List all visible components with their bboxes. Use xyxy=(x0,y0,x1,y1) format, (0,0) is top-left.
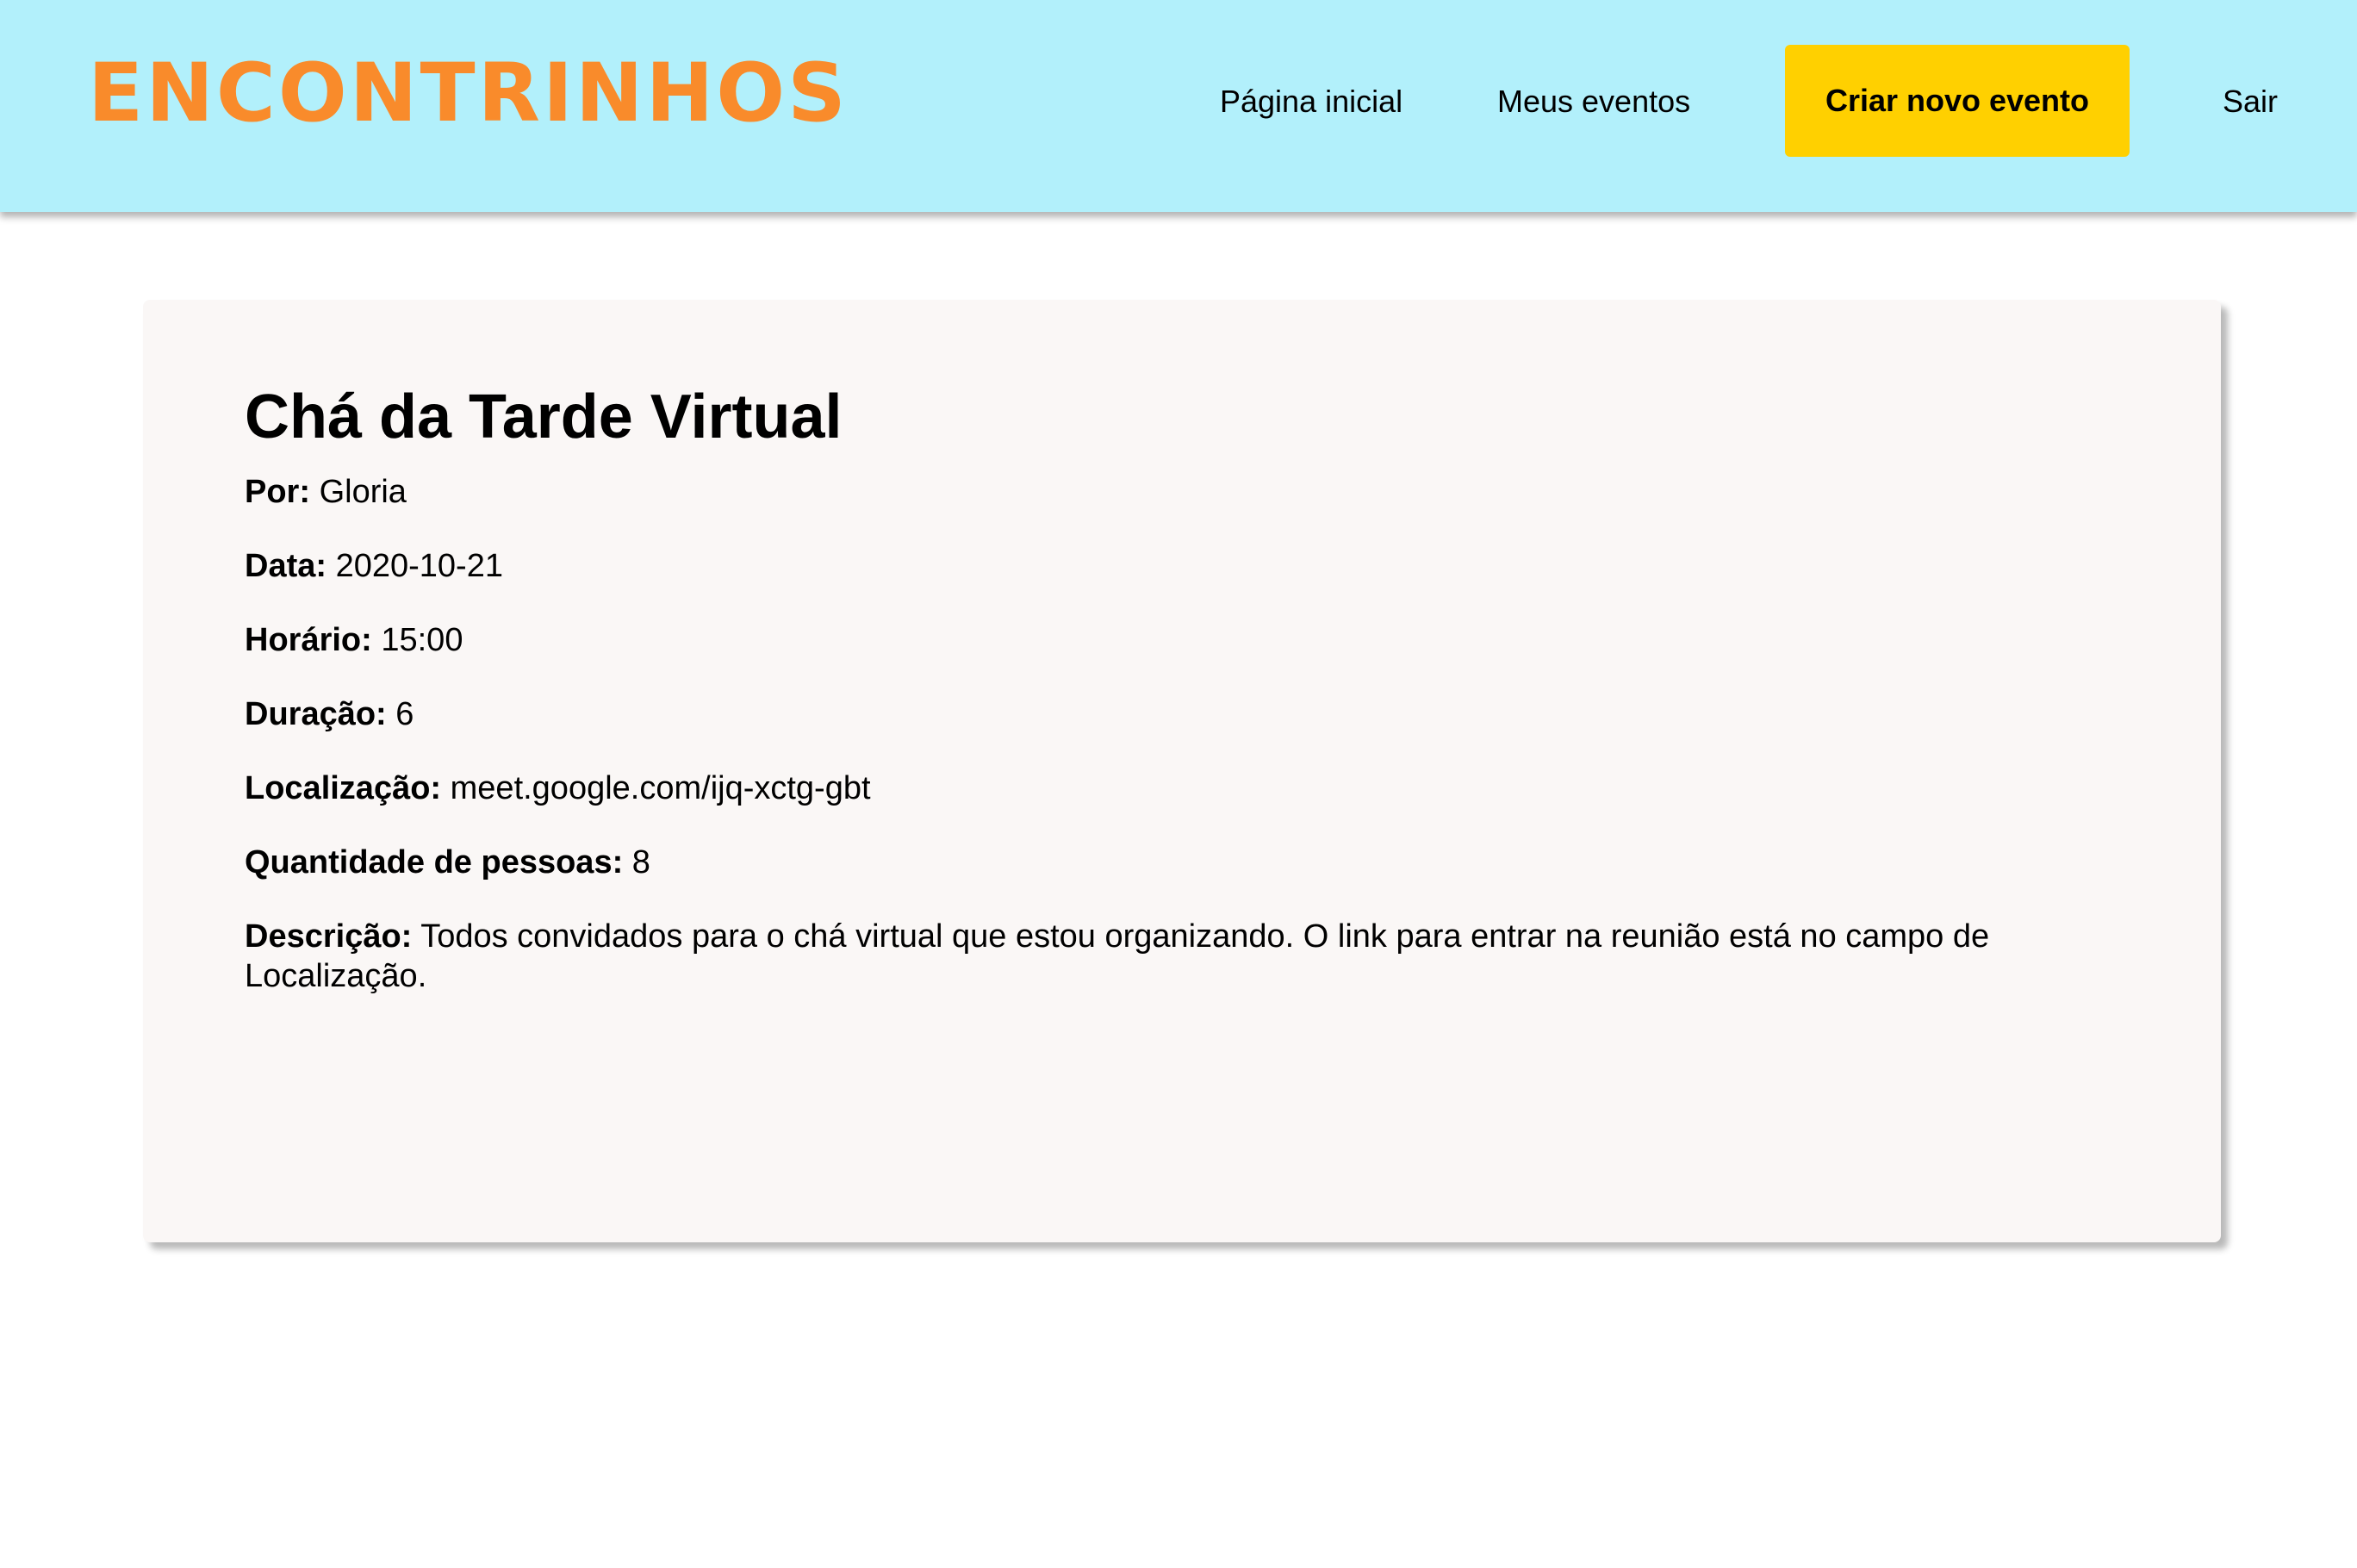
field-value: 2020-10-21 xyxy=(335,548,503,584)
field-label: Localização: xyxy=(245,770,442,806)
field-label: Data: xyxy=(245,548,327,584)
event-duration: Duração: 6 xyxy=(245,694,2105,734)
field-value: Gloria xyxy=(319,474,407,510)
field-value: Todos convidados para o chá virtual que … xyxy=(245,918,1990,994)
nav-my-events-link[interactable]: Meus eventos xyxy=(1497,79,1690,124)
field-label: Por: xyxy=(245,474,310,510)
event-description: Descrição: Todos convidados para o chá v… xyxy=(245,917,2105,996)
top-navbar: ENCONTRINHOS Página inicial Meus eventos… xyxy=(0,0,2357,212)
field-value: 6 xyxy=(395,696,414,732)
event-capacity: Quantidade de pessoas: 8 xyxy=(245,843,2105,882)
field-label: Descrição: xyxy=(245,918,413,955)
field-label: Horário: xyxy=(245,622,372,658)
event-title: Chá da Tarde Virtual xyxy=(245,383,843,451)
event-date: Data: 2020-10-21 xyxy=(245,546,2105,586)
field-value: meet.google.com/ijq-xctg-gbt xyxy=(450,770,871,806)
logout-link[interactable]: Sair xyxy=(2223,79,2278,124)
field-value: 15:00 xyxy=(381,622,463,658)
create-event-button[interactable]: Criar novo evento xyxy=(1785,45,2130,157)
field-label: Quantidade de pessoas: xyxy=(245,844,624,880)
event-time: Horário: 15:00 xyxy=(245,620,2105,660)
field-value: 8 xyxy=(631,844,650,880)
field-label: Duração: xyxy=(245,696,387,732)
nav-home-link[interactable]: Página inicial xyxy=(1220,79,1402,124)
event-details-card: Chá da Tarde Virtual Por: Gloria Data: 2… xyxy=(143,300,2221,1242)
app-logo[interactable]: ENCONTRINHOS xyxy=(88,48,849,140)
event-organizer: Por: Gloria xyxy=(245,472,2105,512)
event-location: Localização: meet.google.com/ijq-xctg-gb… xyxy=(245,768,2105,808)
